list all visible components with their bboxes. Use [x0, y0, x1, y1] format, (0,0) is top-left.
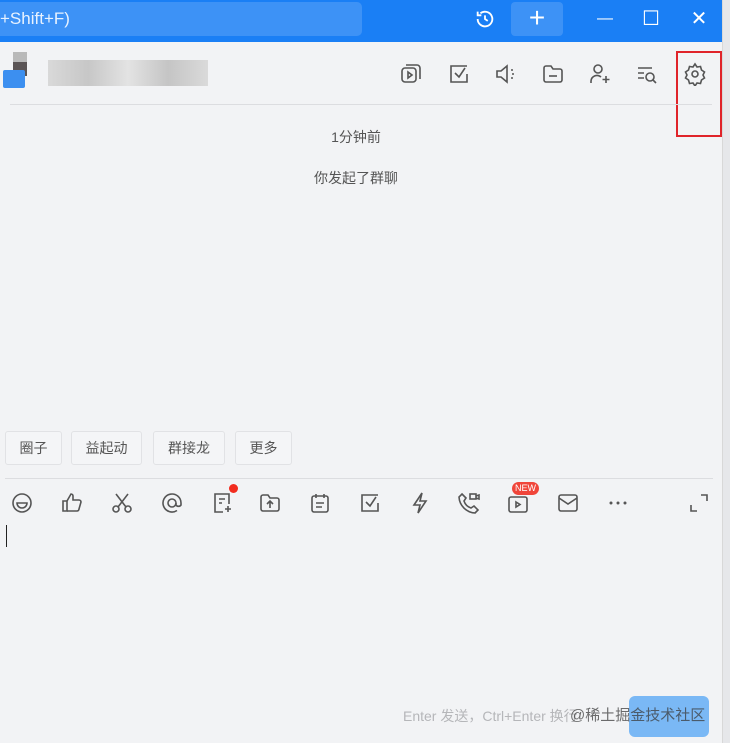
upload-file-icon[interactable]: [258, 491, 282, 515]
quick-action-circle[interactable]: 圈子: [5, 431, 62, 465]
add-member-icon[interactable]: [588, 62, 614, 88]
quick-action-jielong[interactable]: 群接龙: [153, 431, 225, 465]
maximize-button[interactable]: ☐: [631, 2, 671, 36]
calendar-icon[interactable]: [308, 491, 332, 515]
toolbar-divider: [5, 478, 713, 479]
folder-icon[interactable]: [541, 62, 567, 88]
text-cursor: [6, 525, 7, 547]
notification-dot: [229, 484, 238, 493]
search-input[interactable]: +Shift+F): [0, 2, 362, 36]
new-badge: NEW: [512, 482, 539, 495]
window-edge: [722, 0, 730, 743]
minimize-button[interactable]: —: [585, 2, 625, 36]
avatar: [3, 52, 39, 90]
quick-action-yiqidong[interactable]: 益起动: [71, 431, 142, 465]
group-name-blurred: [48, 60, 208, 86]
scissors-icon[interactable]: [110, 491, 134, 515]
lightning-icon[interactable]: [408, 491, 432, 515]
like-icon[interactable]: [60, 491, 84, 515]
document-add-icon[interactable]: [210, 491, 234, 515]
system-message: 你发起了群聊: [314, 170, 398, 186]
screen-share-icon[interactable]: [399, 62, 425, 88]
mention-icon[interactable]: [160, 491, 184, 515]
search-history-icon[interactable]: [635, 62, 661, 88]
expand-icon[interactable]: [687, 491, 711, 515]
announcement-icon[interactable]: [494, 62, 520, 88]
send-hint: Enter 发送，Ctrl+Enter 换行: [403, 708, 578, 724]
add-button[interactable]: +: [511, 2, 563, 36]
quick-action-more[interactable]: 更多: [235, 431, 292, 465]
timestamp: 1分钟前: [331, 129, 381, 145]
header-divider: [10, 104, 712, 105]
task-check-icon[interactable]: [358, 491, 382, 515]
highlight-box: [676, 51, 722, 137]
call-video-icon[interactable]: [457, 491, 481, 515]
title-bar: +Shift+F) + — ☐ ✕: [0, 0, 722, 42]
more-icon[interactable]: [606, 491, 630, 515]
close-button[interactable]: ✕: [679, 2, 719, 36]
watermark: @稀土掘金技术社区: [570, 707, 706, 724]
message-input[interactable]: [0, 520, 722, 690]
history-icon[interactable]: [465, 2, 505, 41]
mail-icon[interactable]: [556, 491, 580, 515]
emoji-icon[interactable]: [10, 491, 34, 515]
task-icon[interactable]: [447, 62, 473, 88]
